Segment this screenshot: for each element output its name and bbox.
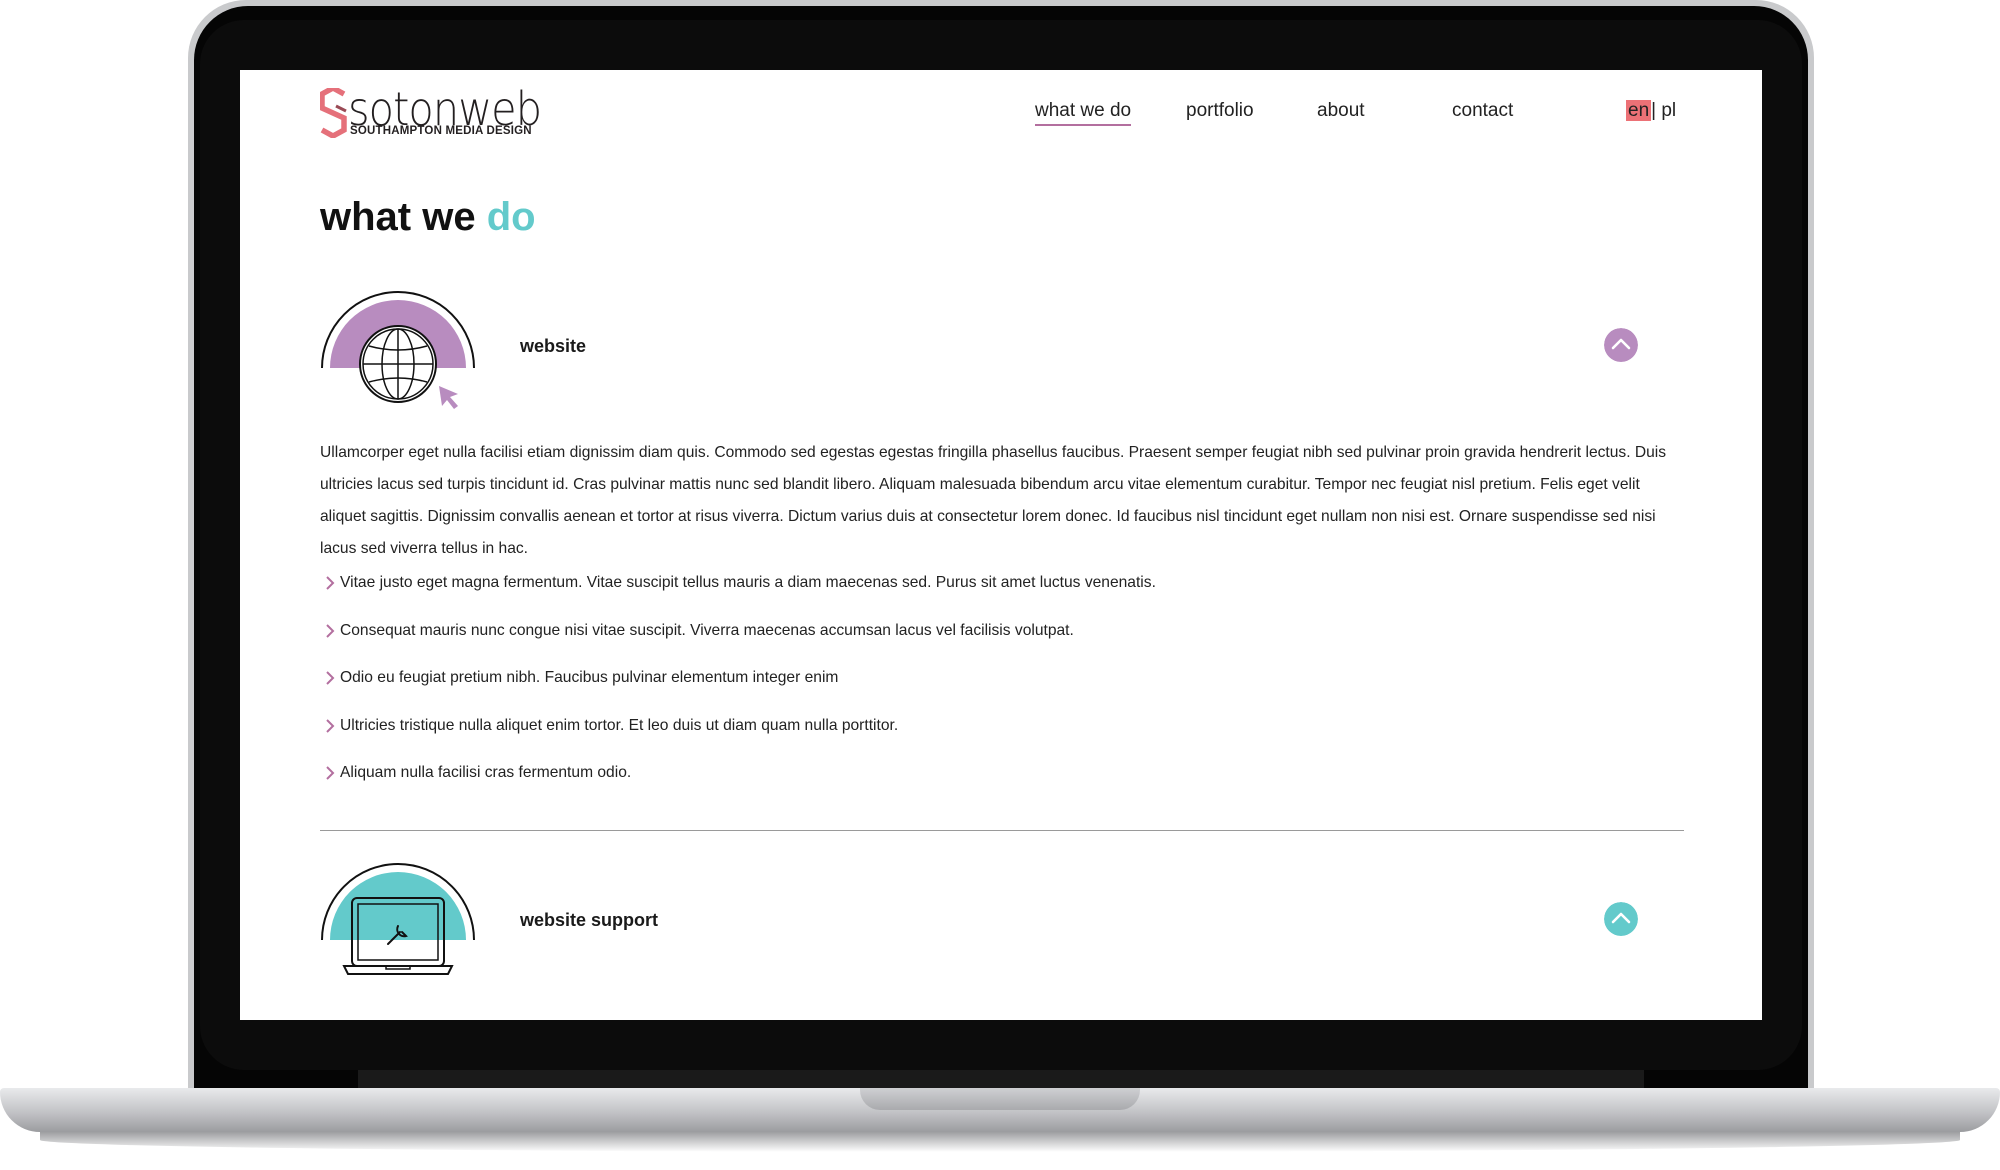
- bullet-text: Vitae justo eget magna fermentum. Vitae …: [340, 574, 1156, 591]
- chevron-right-icon: [326, 718, 335, 733]
- chevron-right-icon: [326, 766, 335, 780]
- list-item: Odio eu feugiat pretium nibh. Faucibus p…: [320, 663, 1684, 711]
- laptop-notch: [860, 1088, 1140, 1110]
- website-screen: sotonweb SOUTHAMPTON MEDIA DESIGN what w…: [240, 70, 1762, 1020]
- nav-what-we-do[interactable]: what we do: [1035, 100, 1132, 126]
- collapse-website-support-button[interactable]: [1604, 902, 1638, 936]
- section-divider: [320, 830, 1684, 831]
- section-heading-website[interactable]: website: [520, 336, 586, 357]
- list-item: Vitae justo eget magna fermentum. Vitae …: [320, 568, 1684, 616]
- page-title-accent: do: [486, 195, 536, 239]
- list-item: Consequat mauris nunc congue nisi vitae …: [320, 616, 1684, 664]
- section-paragraph-website: Ullamcorper eget nulla facilisi etiam di…: [320, 444, 1667, 557]
- section-heading-website-support[interactable]: website support: [520, 910, 658, 931]
- bullet-text: Consequat mauris nunc congue nisi vitae …: [340, 621, 1074, 639]
- page-title-main: what we: [320, 195, 487, 239]
- nav-about[interactable]: about: [1317, 100, 1365, 122]
- chevron-right-icon: [326, 576, 335, 590]
- lang-en-link[interactable]: en: [1626, 100, 1652, 121]
- list-item: Ultricies tristique nulla aliquet enim t…: [320, 711, 1684, 759]
- collapse-website-button[interactable]: [1604, 328, 1638, 362]
- nav-contact[interactable]: contact: [1452, 100, 1513, 122]
- chevron-right-icon: [326, 623, 335, 638]
- language-switcher: en | pl: [1626, 100, 1676, 122]
- laptop-frame: sotonweb SOUTHAMPTON MEDIA DESIGN what w…: [0, 0, 2000, 1170]
- bullet-text: Aliquam nulla facilisi cras fermentum od…: [340, 764, 632, 781]
- bullet-text: Ultricies tristique nulla aliquet enim t…: [340, 716, 899, 734]
- page-title: what we do: [320, 195, 536, 240]
- laptop-wrench-icon: [321, 863, 475, 975]
- globe-icon: [321, 291, 475, 409]
- main-nav: what we do portfolio about contact: [240, 100, 1762, 130]
- lang-separator: |: [1651, 100, 1657, 121]
- laptop-hinge: [358, 1070, 1644, 1088]
- lang-pl-link[interactable]: pl: [1661, 100, 1676, 121]
- nav-portfolio[interactable]: portfolio: [1186, 100, 1254, 122]
- list-item: Aliquam nulla facilisi cras fermentum od…: [320, 758, 1684, 806]
- website-bullet-list: Vitae justo eget magna fermentum. Vitae …: [320, 568, 1684, 806]
- bullet-text: Odio eu feugiat pretium nibh. Faucibus p…: [340, 669, 839, 686]
- chevron-right-icon: [326, 671, 335, 685]
